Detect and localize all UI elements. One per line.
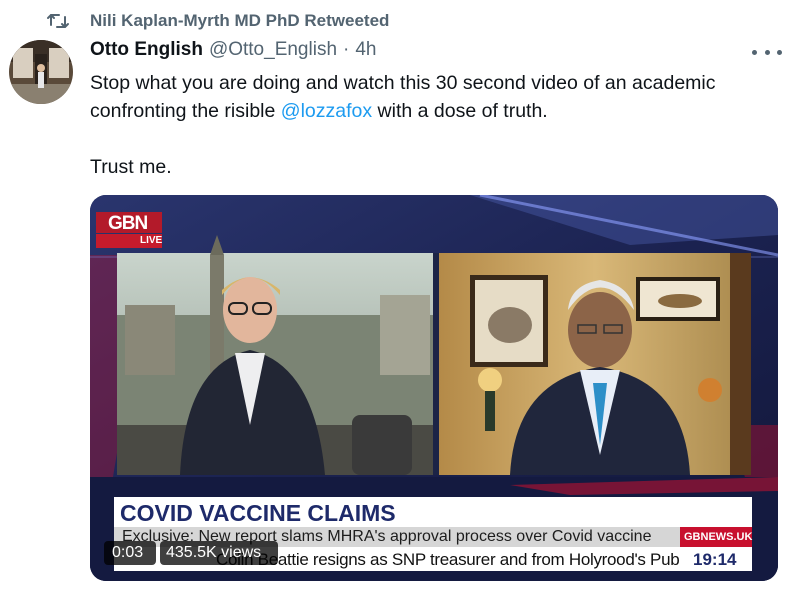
more-dot-icon [764, 49, 770, 55]
view-count: 435.5K views [166, 544, 262, 561]
tweet-text-blank [90, 125, 790, 153]
tweet-text-line-1: Stop what you are doing and watch this 3… [90, 72, 716, 94]
separator-dot: · [343, 39, 350, 60]
tweet-text-segment: with a dose of truth. [372, 100, 548, 122]
tweet-body: Stop what you are doing and watch this 3… [90, 69, 790, 181]
mention-link[interactable]: @lozzafox [281, 100, 372, 122]
retweet-icon [47, 14, 69, 28]
tweet-text-segment: confronting the risible [90, 100, 281, 122]
video-headline: COVID VACCINE CLAIMS [120, 500, 396, 526]
source-text: GBNEWS.UK [684, 531, 753, 543]
author-name[interactable]: Otto English [90, 39, 203, 61]
headline-strip: COVID VACCINE CLAIMS [114, 497, 752, 527]
live-badge: LIVE [96, 234, 162, 248]
logo-box: GBN [96, 212, 162, 234]
more-options-button[interactable] [752, 42, 782, 62]
more-dot-icon [777, 49, 782, 55]
live-label: LIVE [140, 235, 163, 246]
ticker-text: Colin Beattie resigns as SNP treasurer a… [216, 550, 680, 569]
tweet-text-line-2: confronting the risible @lozzafox with a… [90, 97, 790, 125]
source-badge: GBNEWS.UK [680, 527, 752, 547]
tweet-text-line-3: Trust me. [90, 156, 172, 178]
channel-logo-text: GBN [108, 213, 148, 234]
avatar-image [9, 40, 73, 104]
clock-text: 19:14 [693, 550, 737, 569]
channel-logo: GBN LIVE [90, 212, 162, 248]
broadcast-clock: 19:14 [680, 547, 752, 571]
tweet-header: Otto English @Otto_English · 4h [90, 39, 376, 65]
elapsed-time: 0:03 [112, 544, 144, 561]
tweet-timestamp[interactable]: 4h [355, 39, 376, 61]
more-dot-icon [752, 49, 757, 55]
avatar[interactable] [9, 40, 73, 104]
author-handle[interactable]: @Otto_English [209, 39, 337, 61]
elapsed-time-badge: 0:03 [104, 541, 156, 565]
view-count-badge: 435.5K views [160, 541, 278, 565]
retweet-label[interactable]: Nili Kaplan-Myrth MD PhD Retweeted [90, 11, 389, 31]
video-player[interactable]: GBN LIVE COVID VACCINE CLAIMS Exclusive:… [90, 195, 778, 581]
